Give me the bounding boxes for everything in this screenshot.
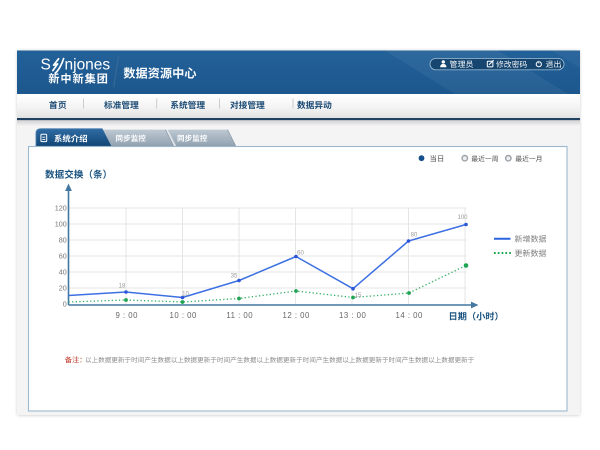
svg-text:40: 40 bbox=[59, 268, 67, 277]
svg-text:80: 80 bbox=[411, 233, 418, 239]
svg-text:60: 60 bbox=[297, 251, 304, 257]
svg-text:14 : 00: 14 : 00 bbox=[396, 311, 424, 320]
svg-text:12 : 00: 12 : 00 bbox=[283, 311, 311, 320]
svg-text:njones: njones bbox=[65, 56, 111, 73]
svg-text:11 : 00: 11 : 00 bbox=[226, 311, 253, 320]
svg-text:15: 15 bbox=[355, 293, 362, 299]
svg-text:20: 20 bbox=[59, 284, 67, 293]
svg-text:120: 120 bbox=[55, 204, 67, 213]
svg-text:100: 100 bbox=[457, 215, 468, 221]
svg-text:35: 35 bbox=[231, 274, 238, 280]
svg-text:9 : 00: 9 : 00 bbox=[115, 311, 138, 320]
svg-text:S: S bbox=[41, 56, 51, 73]
svg-text:0: 0 bbox=[63, 300, 67, 309]
svg-text:13 : 00: 13 : 00 bbox=[339, 311, 367, 320]
svg-text:18: 18 bbox=[119, 284, 126, 290]
svg-text:60: 60 bbox=[59, 252, 67, 261]
svg-text:80: 80 bbox=[59, 236, 67, 245]
svg-text:10 : 00: 10 : 00 bbox=[170, 311, 198, 320]
svg-text:100: 100 bbox=[55, 220, 67, 229]
svg-text:10: 10 bbox=[182, 291, 189, 297]
